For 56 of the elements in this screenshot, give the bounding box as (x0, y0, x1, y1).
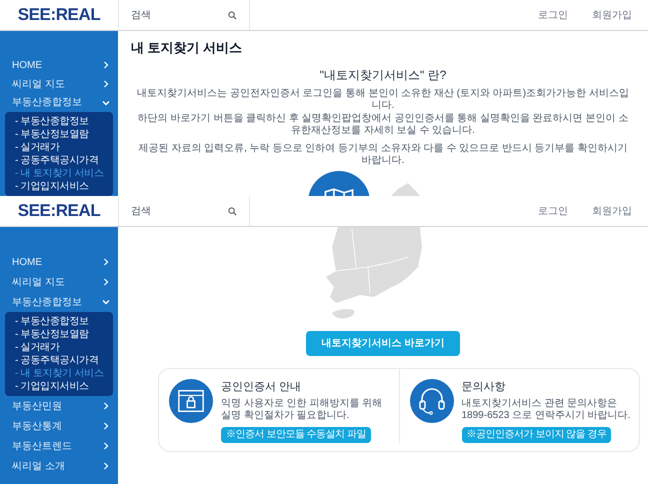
logo[interactable]: SEE:REAL (18, 2, 100, 28)
card-text: 익명 사용자로 인한 피해방지를 위해 실명 확인절차가 필요합니다. (221, 398, 384, 422)
card-title: 공인인증서 안내 (221, 380, 302, 395)
headset-icon (410, 379, 454, 423)
search-icon (228, 206, 237, 216)
submenu-item[interactable]: - 실거래가 (15, 341, 60, 354)
sidebar-item[interactable]: 부동산트렌드 (0, 436, 118, 456)
submenu-item[interactable]: - 부동산종합정보 (15, 315, 89, 328)
card-button[interactable]: ※인증서 보안모듈 수동설치 파일 (221, 426, 371, 442)
submenu-item[interactable]: - 실거래가 (15, 141, 60, 154)
sidebar-item[interactable]: 씨리얼 지도 (0, 272, 118, 292)
card-title: 문의사항 (462, 380, 506, 395)
submenu-item[interactable]: - 내 토지찾기 서비스 (15, 167, 104, 180)
submenu-item[interactable]: - 내 토지찾기 서비스 (15, 367, 104, 380)
chevron-right-icon (102, 278, 110, 286)
sidebar-item[interactable]: 부동산민원 (0, 396, 118, 416)
card-text: 내토지찾기서비스 관련 문의사항은 1899-6523 으로 연락주시기 바랍니다. (462, 398, 632, 422)
description-text: 제공된 자료의 입력오류, 누락 등으로 인하여 등기부의 소유자와 다를 수 있으므로 반드시 등기부를 확인하시기 바랍니다. (138, 142, 628, 166)
header-link[interactable]: 회원가입 (592, 204, 632, 218)
header-link[interactable]: 로그인 (538, 8, 568, 22)
search-icon (228, 10, 237, 20)
sidebar-item[interactable]: 부동산통계 (0, 416, 118, 436)
submenu-item[interactable]: - 기업입지서비스 (15, 380, 89, 393)
search-field[interactable]: 검색 (118, 196, 250, 226)
header-link[interactable]: 회원가입 (592, 8, 632, 22)
header-link[interactable]: 로그인 (538, 204, 568, 218)
search-field[interactable]: 검색 (118, 0, 250, 30)
submenu-item[interactable]: - 부동산정보열람 (15, 328, 89, 341)
submenu-item[interactable]: - 부동산종합정보 (15, 115, 89, 128)
chevron-right-icon (102, 61, 110, 70)
chevron-down-icon (102, 98, 110, 107)
go-button[interactable]: 내토지찾기서비스 바로가기 (306, 331, 460, 356)
chevron-right-icon (102, 80, 110, 88)
chevron-right-icon (102, 402, 110, 410)
submenu-item[interactable]: - 부동산정보열람 (15, 128, 89, 142)
chevron-right-icon (102, 422, 110, 430)
description-text: 하단의 바로가기 버튼을 클릭하신 후 실명확인팝업창에서 공인인증서를 통해 실명확인을 완료하시면 본인이 소유한재산정보를 자세히 보실 수 있습니다. (136, 112, 630, 136)
logo[interactable]: SEE:REAL (18, 198, 100, 224)
sidebar-item[interactable]: 부동산종합정보 (0, 292, 118, 312)
page-title: 내 토지찾기 서비스 (130, 39, 244, 57)
chevron-right-icon (102, 258, 110, 266)
sidebar-item[interactable]: 부동산종합정보 (0, 93, 118, 112)
submenu-item[interactable]: - 기업입지서비스 (15, 180, 89, 194)
chevron-right-icon (102, 462, 110, 470)
sidebar-item[interactable]: 씨리얼 지도 (0, 74, 118, 94)
chevron-down-icon (102, 298, 110, 306)
card-button[interactable]: ※공인인증서가 보이지 않을 경우 (462, 426, 612, 442)
sidebar-item[interactable]: HOME (0, 252, 118, 272)
submenu-item[interactable]: - 공동주택공시가격 (15, 354, 99, 367)
submenu-item[interactable]: - 공동주택공시가격 (15, 154, 99, 168)
window-lock-icon (169, 379, 213, 423)
sidebar-item[interactable]: 씨리얼 소개 (0, 456, 118, 476)
chevron-right-icon (102, 442, 110, 450)
section-heading: "내토지찾기서비스" 란? (318, 66, 448, 84)
sidebar-item[interactable]: HOME (0, 56, 118, 75)
description-text: 내토지찾기서비스는 공인전자인증서 로그인을 통해 본인이 소유한 재산 (토지와 아파트)조회가가능한 서비스입니다. (136, 88, 630, 112)
